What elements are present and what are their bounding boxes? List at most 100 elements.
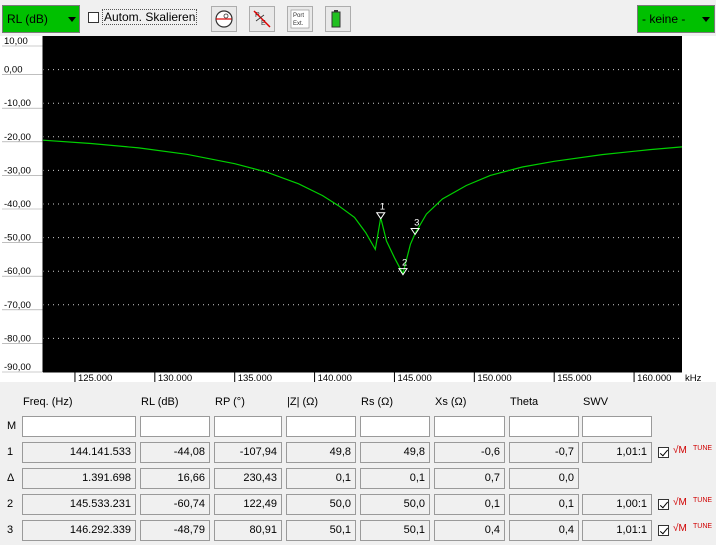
column-header: SWV: [583, 396, 609, 408]
x-tick-label: 155.000: [557, 373, 591, 382]
measurement-mode-select[interactable]: RL (dB): [2, 5, 80, 33]
table-cell: 50,0: [360, 494, 430, 515]
table-cell: -0,7: [509, 442, 579, 463]
y-tick-label: -80,00: [4, 333, 31, 344]
auto-scale-label: Autom. Skalieren: [102, 9, 198, 25]
y-tick-label: 10,00: [4, 36, 28, 47]
row-label: M: [7, 420, 17, 432]
y-tick-label: -40,00: [4, 199, 31, 210]
x-tick-label: 150.000: [477, 373, 511, 382]
x-tick-label: 160.000: [637, 373, 671, 382]
table-cell[interactable]: [509, 416, 579, 437]
x-tick-label: 140.000: [318, 373, 352, 382]
table-cell: 0,4: [509, 520, 579, 541]
row-label: Δ: [7, 472, 15, 484]
trace-select[interactable]: - keine -: [637, 5, 715, 33]
marker-enable-checkbox[interactable]: [658, 525, 669, 536]
table-cell: 0,7: [434, 468, 505, 489]
y-tick-label: 0,00: [4, 65, 23, 76]
table-cell[interactable]: [140, 416, 210, 437]
table-cell: 50,1: [360, 520, 430, 541]
marker-table: Freq. (Hz) RL (dB) RP (°) |Z| (Ω) Rs (Ω) Xs (…: [0, 386, 716, 545]
table-cell: 16,66: [140, 468, 210, 489]
auto-scale-option[interactable]: Autom. Skalieren: [88, 9, 198, 26]
x-tick-label: 130.000: [158, 373, 192, 382]
table-cell: 80,91: [214, 520, 282, 541]
y-tick-label: -60,00: [4, 266, 31, 277]
table-cell: -48,79: [140, 520, 210, 541]
table-cell: 1,01:1: [582, 442, 652, 463]
table-cell: 122,49: [214, 494, 282, 515]
polar-plot-button[interactable]: [211, 6, 237, 32]
column-header: RP (°): [215, 396, 245, 408]
marker-enable-checkbox[interactable]: [658, 447, 669, 458]
table-cell: 0,1: [286, 468, 356, 489]
marker-tune-icon[interactable]: TUNE: [693, 497, 712, 504]
table-cell: 50,0: [286, 494, 356, 515]
x-tick-label: 135.000: [238, 373, 272, 382]
table-cell[interactable]: [582, 416, 652, 437]
row-label: 3: [7, 524, 14, 536]
battery-icon: [331, 10, 341, 28]
table-cell: 145.533.231: [22, 494, 136, 515]
table-cell[interactable]: [22, 416, 136, 437]
trace-select-value: - keine -: [642, 12, 686, 26]
toolbar: RL (dB) Autom. Skalieren P E Port Ext. -…: [0, 0, 716, 36]
column-header: Rs (Ω): [361, 396, 394, 408]
table-cell: 0,1: [509, 494, 579, 515]
table-cell: 1,00:1: [582, 494, 652, 515]
marker-m-icon[interactable]: √M: [673, 445, 687, 456]
svg-text:Ext.: Ext.: [293, 21, 304, 27]
chart-svg: 10,00 0,00 -10,00 -20,00 -30,00 -40,00 -50,00 -…: [2, 36, 702, 384]
table-cell: 49,8: [360, 442, 430, 463]
table-cell: 0,0: [509, 468, 579, 489]
row-label: 2: [7, 498, 14, 510]
y-tick-label: -30,00: [4, 165, 31, 176]
y-tick-label: -10,00: [4, 98, 31, 109]
table-cell: 230,43: [214, 468, 282, 489]
marker-label: 2: [402, 258, 407, 269]
return-loss-chart[interactable]: 10,00 0,00 -10,00 -20,00 -30,00 -40,00 -50,00 -…: [0, 36, 716, 384]
table-cell: 1,01:1: [582, 520, 652, 541]
marker-m-icon[interactable]: √M: [673, 497, 687, 508]
table-cell: 0,1: [434, 494, 505, 515]
column-header: RL (dB): [141, 396, 179, 408]
table-cell: 0,1: [360, 468, 430, 489]
row-label: 1: [7, 446, 14, 458]
marker-label: 3: [414, 218, 419, 229]
y-tick-label: -20,00: [4, 132, 31, 143]
table-cell[interactable]: [360, 416, 430, 437]
chevron-down-icon: [68, 17, 76, 22]
column-header: |Z| (Ω): [287, 396, 319, 408]
marker-enable-checkbox[interactable]: [658, 499, 669, 510]
table-cell: -0,6: [434, 442, 505, 463]
marker-tune-icon[interactable]: TUNE: [693, 445, 712, 452]
marker-m-icon[interactable]: √M: [673, 523, 687, 534]
table-cell: 1.391.698: [22, 468, 136, 489]
table-cell: 146.292.339: [22, 520, 136, 541]
column-header: Freq. (Hz): [23, 396, 73, 408]
port-extension-button[interactable]: Port Ext.: [287, 6, 313, 32]
table-cell[interactable]: [434, 416, 505, 437]
table-cell: 0,4: [434, 520, 505, 541]
clear-markers-icon: P E: [253, 10, 271, 28]
table-cell: -60,74: [140, 494, 210, 515]
port-extension-icon: Port Ext.: [290, 9, 310, 29]
column-header: Xs (Ω): [435, 396, 467, 408]
x-tick-label: 125.000: [78, 373, 112, 382]
table-cell[interactable]: [286, 416, 356, 437]
svg-text:Port: Port: [293, 13, 304, 19]
marker-tune-icon[interactable]: TUNE: [693, 523, 712, 530]
y-tick-label: -50,00: [4, 233, 31, 244]
table-cell: -107,94: [214, 442, 282, 463]
auto-scale-checkbox[interactable]: [88, 11, 99, 23]
table-cell: 144.141.533: [22, 442, 136, 463]
chevron-down-icon: [702, 17, 710, 22]
table-cell: 50,1: [286, 520, 356, 541]
table-cell[interactable]: [214, 416, 282, 437]
battery-button[interactable]: [325, 6, 351, 32]
table-cell: -44,08: [140, 442, 210, 463]
measurement-mode-value: RL (dB): [7, 12, 48, 26]
clear-markers-button[interactable]: P E: [249, 6, 275, 32]
column-header: Theta: [510, 396, 539, 408]
